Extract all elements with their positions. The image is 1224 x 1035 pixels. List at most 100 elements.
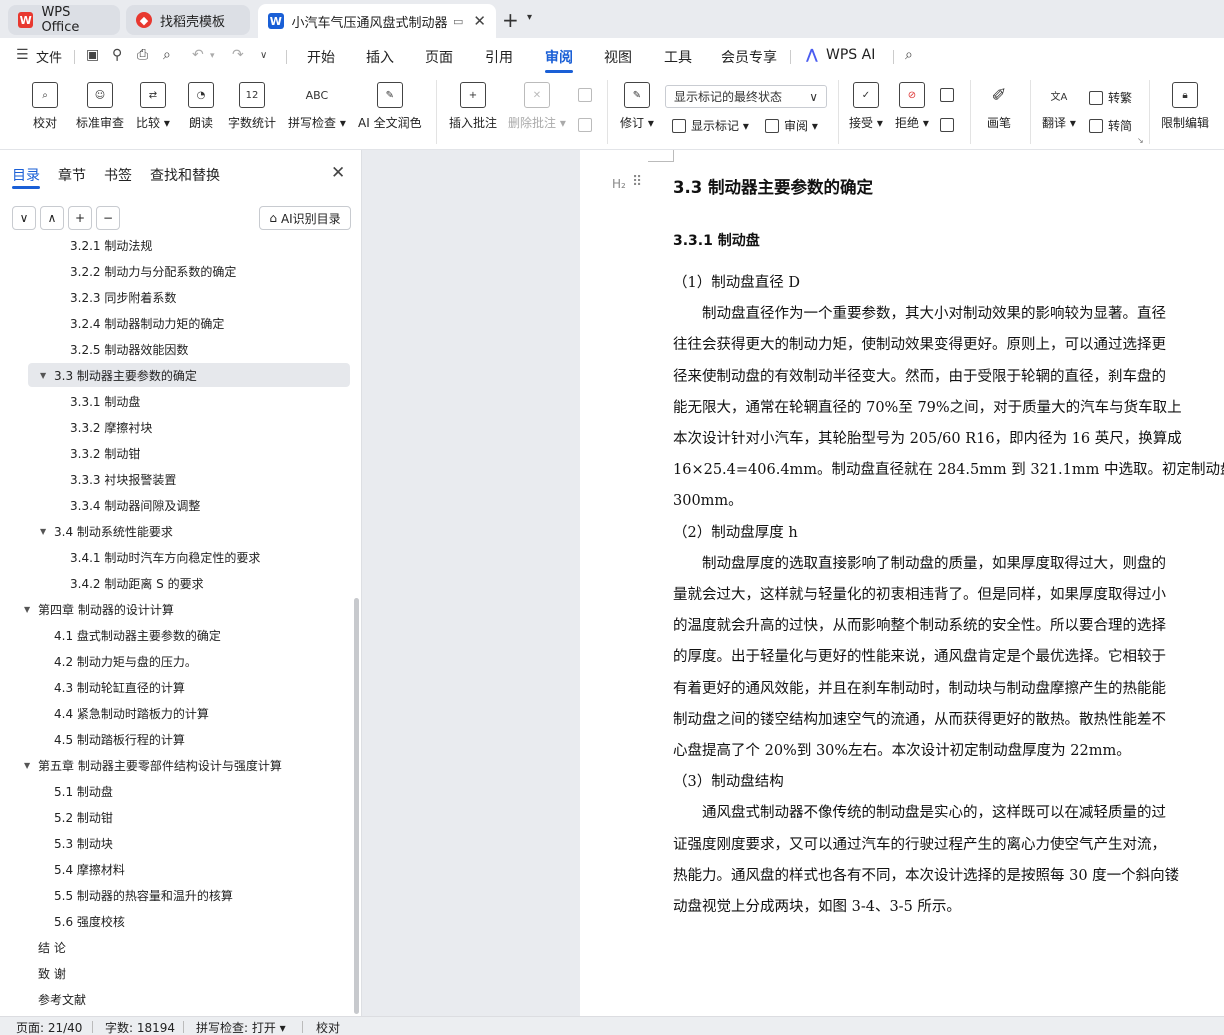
toc-item[interactable]: 3.3.4 制动器间隙及调整 — [56, 493, 200, 517]
menu-file[interactable]: 文件 — [36, 47, 62, 66]
menu-wps-ai[interactable]: WPS AI — [826, 47, 875, 63]
expand-down-button[interactable]: ∨ — [12, 206, 36, 230]
menu-insert[interactable]: 插入 — [366, 47, 394, 67]
toc-item[interactable]: 3.2.2 制动力与分配系数的确定 — [56, 259, 236, 283]
tab-template[interactable]: ◆ 找稻壳模板 — [126, 5, 250, 35]
close-tab-icon[interactable]: ✕ — [473, 12, 486, 30]
toc-item[interactable]: 4.3 制动轮缸直径的计算 — [40, 675, 185, 699]
expand-triangle-icon[interactable]: ▼ — [24, 605, 38, 614]
next-change-icon[interactable] — [940, 118, 959, 132]
search-icon[interactable]: ⌕ — [905, 47, 913, 63]
pen-button[interactable]: ✐ 画笔 — [986, 82, 1012, 131]
toc-item[interactable]: 5.4 摩擦材料 — [40, 857, 125, 881]
proofread-button[interactable]: ⌕ 校对 — [32, 82, 58, 131]
expand-triangle-icon[interactable]: ▼ — [24, 761, 38, 770]
menu-member[interactable]: 会员专享 — [721, 47, 777, 67]
dialog-launcher-icon[interactable]: ↘ — [1137, 136, 1144, 145]
tab-find-replace[interactable]: 查找和替换 — [150, 165, 220, 185]
add-heading-button[interactable]: + — [68, 206, 92, 230]
toc-item[interactable]: 4.5 制动踏板行程的计算 — [40, 727, 185, 751]
toc-item[interactable]: 3.3.2 制动钳 — [56, 441, 140, 465]
menu-review[interactable]: 审阅 — [545, 47, 573, 67]
window-icon[interactable]: ▭ — [453, 15, 463, 28]
ai-polish-button[interactable]: ✎ AI 全文润色 — [358, 82, 422, 131]
accept-button[interactable]: ✓ 接受 ▾ — [849, 82, 883, 131]
toc-item[interactable]: 5.3 制动块 — [40, 831, 113, 855]
restrict-editing-button[interactable]: 🔒︎ 限制编辑 — [1161, 82, 1209, 131]
toc-item[interactable]: 参考文献 — [24, 987, 86, 1011]
toc-item[interactable]: 3.2.1 制动法规 — [56, 239, 152, 257]
toc-item[interactable]: 4.4 紧急制动时踏板力的计算 — [40, 701, 209, 725]
toc-item[interactable]: ▼ 第五章 制动器主要零部件结构设计与强度计算 — [24, 753, 282, 777]
toc-item[interactable]: ▼ 3.3 制动器主要参数的确定 — [28, 363, 350, 387]
redo-icon[interactable]: ↷ — [232, 47, 244, 63]
tab-bookmarks[interactable]: 书签 — [104, 165, 132, 185]
toc-item[interactable]: 4.2 制动力矩与盘的压力。 — [40, 649, 197, 673]
prev-change-icon[interactable] — [940, 88, 959, 102]
to-traditional-button[interactable]: 转繁 — [1089, 89, 1132, 106]
toc-item[interactable]: 3.3.3 衬块报警装置 — [56, 467, 176, 491]
toc-item[interactable]: 5.6 强度校核 — [40, 909, 125, 933]
spell-check-button[interactable]: ABC 拼写检查 ▾ — [288, 82, 346, 131]
hamburger-icon[interactable]: ☰ — [16, 47, 29, 63]
print-preview-icon[interactable]: ⌕ — [163, 47, 171, 63]
toc-item[interactable]: 3.4.2 制动距离 S 的要求 — [56, 571, 204, 595]
word-count-indicator[interactable]: 字数: 18194 — [105, 1019, 175, 1035]
menu-view[interactable]: 视图 — [604, 47, 632, 67]
toc-item[interactable]: 3.2.3 同步附着系数 — [56, 285, 176, 309]
tab-document[interactable]: W 小汽车气压通风盘式制动器的 ▭ ✕ — [258, 4, 496, 38]
read-aloud-button[interactable]: ◔ 朗读 — [188, 82, 214, 131]
spell-check-status[interactable]: 拼写检查: 打开 ▾ — [196, 1019, 286, 1035]
delete-comment-button[interactable]: ✕ 删除批注 ▾ — [508, 82, 566, 131]
ai-toc-button[interactable]: ⌂ AI识别目录 — [259, 206, 351, 230]
menu-start[interactable]: 开始 — [307, 47, 335, 67]
show-markup-button[interactable]: 显示标记 ▾ — [672, 117, 749, 134]
toc-item[interactable]: 3.3.1 制动盘 — [56, 389, 140, 413]
undo-dropdown-icon[interactable]: ▾ — [210, 51, 215, 61]
share-icon[interactable]: ⚲ — [112, 47, 122, 63]
proofread-status[interactable]: 校对 — [316, 1019, 340, 1035]
toc-item[interactable]: 5.5 制动器的热容量和温升的核算 — [40, 883, 233, 907]
toc-item[interactable]: 5.2 制动钳 — [40, 805, 113, 829]
insert-comment-button[interactable]: + 插入批注 — [449, 82, 497, 131]
toc-item[interactable]: 3.3.2 摩擦衬块 — [56, 415, 152, 439]
toc-item[interactable]: 4.1 盘式制动器主要参数的确定 — [40, 623, 221, 647]
next-comment-icon[interactable] — [578, 118, 597, 132]
prev-comment-icon[interactable] — [578, 88, 597, 102]
menu-reference[interactable]: 引用 — [485, 47, 513, 67]
expand-triangle-icon[interactable]: ▼ — [40, 527, 54, 536]
heading-level-tag[interactable]: H₂ — [612, 177, 626, 191]
toc-item[interactable]: 5.1 制动盘 — [40, 779, 113, 803]
chevron-down-icon[interactable]: ▾ — [527, 12, 532, 23]
word-count-button[interactable]: 12 字数统计 — [228, 82, 276, 131]
track-changes-button[interactable]: ✎ 修订 ▾ — [620, 82, 654, 131]
tab-toc[interactable]: 目录 — [12, 165, 40, 185]
close-panel-icon[interactable]: ✕ — [331, 163, 345, 183]
menu-page[interactable]: 页面 — [425, 47, 453, 67]
standard-review-button[interactable]: ☺ 标准审查 — [76, 82, 124, 131]
to-simplified-button[interactable]: 转简 — [1089, 117, 1132, 134]
print-icon[interactable]: ⎙ — [137, 47, 148, 63]
new-tab-icon[interactable]: + — [502, 8, 519, 32]
tab-chapters[interactable]: 章节 — [58, 165, 86, 185]
tab-wps-office[interactable]: W WPS Office — [8, 5, 120, 35]
more-chevron-icon[interactable]: ∨ — [260, 50, 267, 61]
review-pane-button[interactable]: 审阅 ▾ — [765, 117, 818, 134]
scrollbar[interactable] — [354, 598, 359, 1014]
page-indicator[interactable]: 页面: 21/40 — [16, 1019, 82, 1035]
remove-heading-button[interactable]: − — [96, 206, 120, 230]
toc-item[interactable]: ▼ 第四章 制动器的设计计算 — [24, 597, 174, 621]
markup-mode-select[interactable]: 显示标记的最终状态 ∨ — [665, 85, 827, 108]
toc-item[interactable]: 3.4.1 制动时汽车方向稳定性的要求 — [56, 545, 260, 569]
document-page[interactable]: H₂ ⠿ 3.3 制动器主要参数的确定 3.3.1 制动盘 （1）制动盘直径 D… — [580, 150, 1224, 1016]
toc-item[interactable]: 3.2.5 制动器效能因数 — [56, 337, 188, 361]
save-icon[interactable]: ▣ — [86, 47, 99, 63]
reject-button[interactable]: ⊘ 拒绝 ▾ — [895, 82, 929, 131]
menu-tools[interactable]: 工具 — [664, 47, 692, 67]
collapse-up-button[interactable]: ∧ — [40, 206, 64, 230]
expand-triangle-icon[interactable]: ▼ — [40, 371, 54, 380]
toc-item[interactable]: 3.2.4 制动器制动力矩的确定 — [56, 311, 224, 335]
toc-item[interactable]: 结 论 — [24, 935, 66, 959]
undo-icon[interactable]: ↶ — [192, 47, 204, 63]
toc-item[interactable]: 致 谢 — [24, 961, 66, 985]
